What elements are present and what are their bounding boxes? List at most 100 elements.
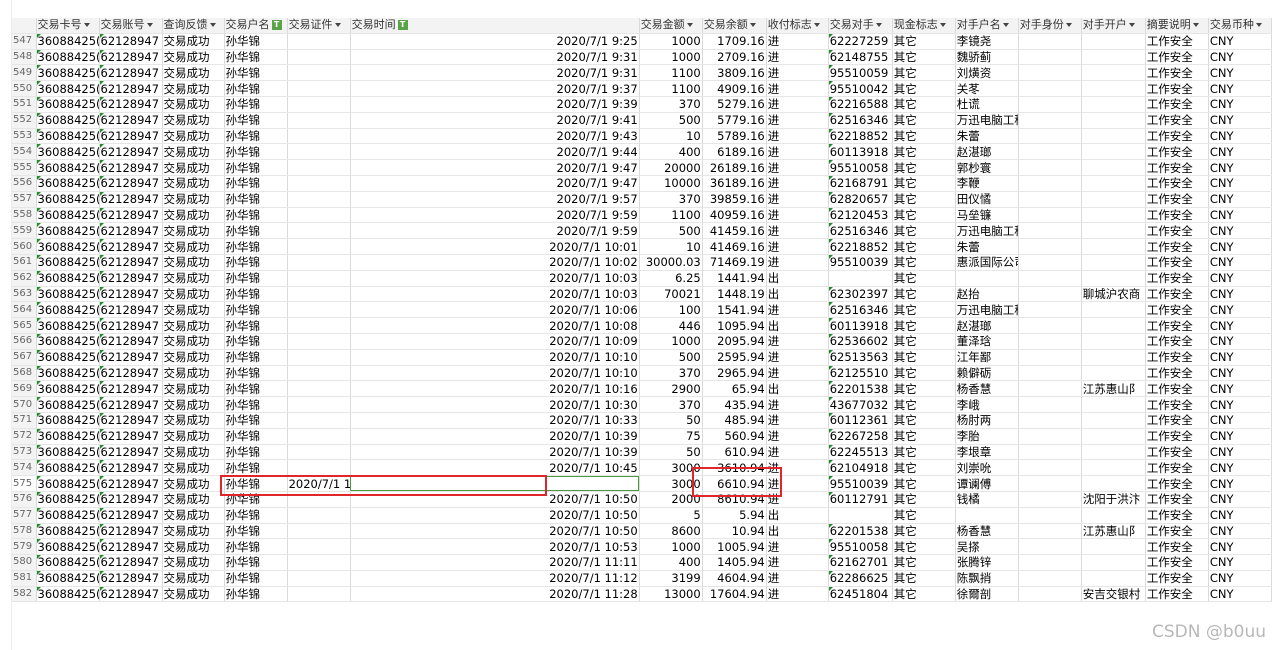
cell-name[interactable]: 孙华锦 [224, 554, 288, 571]
cell-dir[interactable]: 进 [766, 222, 829, 240]
cell-time[interactable]: 2020/7/1 9:47 [350, 159, 640, 176]
cell-bal[interactable]: 485.94 [702, 412, 767, 429]
cell-cash[interactable]: 其它 [892, 412, 956, 429]
cell-opp[interactable]: 62148755 [828, 49, 893, 66]
cell-oppbank[interactable] [1081, 365, 1146, 382]
cell-card[interactable]: 36088425( [36, 96, 100, 113]
cell-memo[interactable]: 工作安全 [1145, 491, 1209, 508]
cell-bal[interactable]: 3610.94 [702, 459, 767, 477]
cell-oppname[interactable]: 刘熿资 [955, 64, 1019, 82]
cell-acct[interactable]: 62128947 [99, 428, 163, 445]
row-number[interactable]: 575 [12, 475, 37, 492]
row-number[interactable]: 569 [12, 380, 37, 398]
cell-bal[interactable]: 4604.94 [702, 570, 767, 587]
cell-dir[interactable]: 进 [766, 428, 829, 445]
cell-oppbank[interactable] [1081, 349, 1146, 366]
cell-dir[interactable]: 出 [766, 270, 829, 287]
cell-opp[interactable]: 62286625 [828, 570, 893, 587]
filter-active-icon[interactable]: T [271, 20, 282, 31]
cell-acct[interactable]: 62128947 [99, 49, 163, 66]
cell-fb[interactable]: 交易成功 [162, 64, 225, 82]
cell-memo[interactable]: 工作安全 [1145, 538, 1209, 556]
cell-cash[interactable]: 其它 [892, 459, 956, 477]
cell-opp[interactable]: 95510042 [828, 80, 893, 97]
cell-opp[interactable]: 62516346 [828, 112, 893, 129]
cell-acct[interactable]: 62128947 [99, 143, 163, 161]
cell-card[interactable]: 36088425( [36, 428, 100, 445]
cell-oppbank[interactable] [1081, 333, 1146, 350]
cell-oppid[interactable] [1018, 491, 1082, 508]
cell-oppname[interactable]: 万迅电脑工程建设有限公司 [955, 301, 1019, 319]
cell-fb[interactable]: 交易成功 [162, 586, 225, 603]
cell-acct[interactable]: 62128947 [99, 523, 163, 540]
cell-amt[interactable]: 370 [639, 191, 703, 208]
cell-cur[interactable]: CNY [1208, 254, 1272, 271]
cell-name[interactable]: 孙华锦 [224, 159, 288, 176]
cell-opp[interactable]: 43677032 [828, 396, 893, 413]
cell-memo[interactable]: 工作安全 [1145, 459, 1209, 477]
cell-opp[interactable]: 62125510 [828, 365, 893, 382]
cell-cash[interactable]: 其它 [892, 428, 956, 445]
cell-acct[interactable]: 62128947 [99, 80, 163, 97]
cell-fb[interactable]: 交易成功 [162, 143, 225, 161]
cell-dir[interactable]: 进 [766, 238, 829, 255]
cell-opp[interactable]: 62451804 [828, 586, 893, 603]
column-header[interactable]: 交易时间 T [350, 18, 640, 34]
cell-cur[interactable]: CNY [1208, 570, 1272, 587]
cell-cash[interactable]: 其它 [892, 191, 956, 208]
cell-dir[interactable]: 进 [766, 396, 829, 413]
cell-acct[interactable]: 62128947 [99, 412, 163, 429]
cell-memo[interactable]: 工作安全 [1145, 396, 1209, 413]
cell-oppid[interactable] [1018, 128, 1082, 145]
cell-oppbank[interactable]: 江苏惠山阝 [1081, 380, 1146, 398]
cell-bal[interactable]: 1405.94 [702, 554, 767, 571]
column-header[interactable]: 摘要说明 [1145, 18, 1209, 34]
cell-cert[interactable] [287, 538, 351, 556]
cell-dir[interactable]: 进 [766, 175, 829, 192]
column-header[interactable]: 对手身份 [1018, 18, 1082, 34]
cell-memo[interactable]: 工作安全 [1145, 270, 1209, 287]
cell-memo[interactable]: 工作安全 [1145, 238, 1209, 255]
cell-name[interactable]: 孙华锦 [224, 143, 288, 161]
cell-oppid[interactable] [1018, 222, 1082, 240]
cell-acct[interactable]: 62128947 [99, 333, 163, 350]
cell-cert[interactable] [287, 523, 351, 540]
cell-oppid[interactable] [1018, 207, 1082, 224]
cell-card[interactable]: 36088425( [36, 33, 100, 50]
row-number[interactable]: 581 [12, 570, 37, 587]
cell-acct[interactable]: 62128947 [99, 475, 163, 492]
cell-oppbank[interactable] [1081, 396, 1146, 413]
cell-amt[interactable]: 500 [639, 222, 703, 240]
row-number[interactable]: 561 [12, 254, 37, 271]
filter-dropdown-icon[interactable] [1002, 23, 1009, 28]
cell-fb[interactable]: 交易成功 [162, 491, 225, 508]
cell-oppname[interactable]: 李胎 [955, 428, 1019, 445]
cell-cash[interactable]: 其它 [892, 586, 956, 603]
cell-oppname[interactable]: 董泽琀 [955, 333, 1019, 350]
cell-oppid[interactable] [1018, 64, 1082, 82]
cell-oppid[interactable] [1018, 586, 1082, 603]
cell-oppname[interactable]: 杜谎 [955, 96, 1019, 113]
cell-memo[interactable]: 工作安全 [1145, 191, 1209, 208]
cell-time[interactable]: 2020/7/1 10:39 [350, 444, 640, 461]
cell-oppname[interactable]: 朱蕾 [955, 238, 1019, 255]
cell-amt[interactable]: 8600 [639, 523, 703, 540]
cell-memo[interactable]: 工作安全 [1145, 301, 1209, 319]
cell-bal[interactable]: 17604.94 [702, 586, 767, 603]
cell-dir[interactable]: 进 [766, 365, 829, 382]
cell-fb[interactable]: 交易成功 [162, 538, 225, 556]
cell-memo[interactable]: 工作安全 [1145, 570, 1209, 587]
cell-oppname[interactable]: 李鞭 [955, 175, 1019, 192]
cell-dir[interactable]: 进 [766, 33, 829, 50]
cell-name[interactable]: 孙华锦 [224, 222, 288, 240]
cell-bal[interactable]: 5.94 [702, 507, 767, 524]
cell-dir[interactable]: 进 [766, 538, 829, 556]
cell-acct[interactable]: 62128947 [99, 365, 163, 382]
cell-cur[interactable]: CNY [1208, 49, 1272, 66]
cell-dir[interactable]: 进 [766, 301, 829, 319]
cell-cur[interactable]: CNY [1208, 538, 1272, 556]
cell-dir[interactable]: 出 [766, 380, 829, 398]
cell-cur[interactable]: CNY [1208, 33, 1272, 50]
cell-dir[interactable]: 进 [766, 475, 829, 492]
row-number[interactable]: 577 [12, 507, 37, 524]
